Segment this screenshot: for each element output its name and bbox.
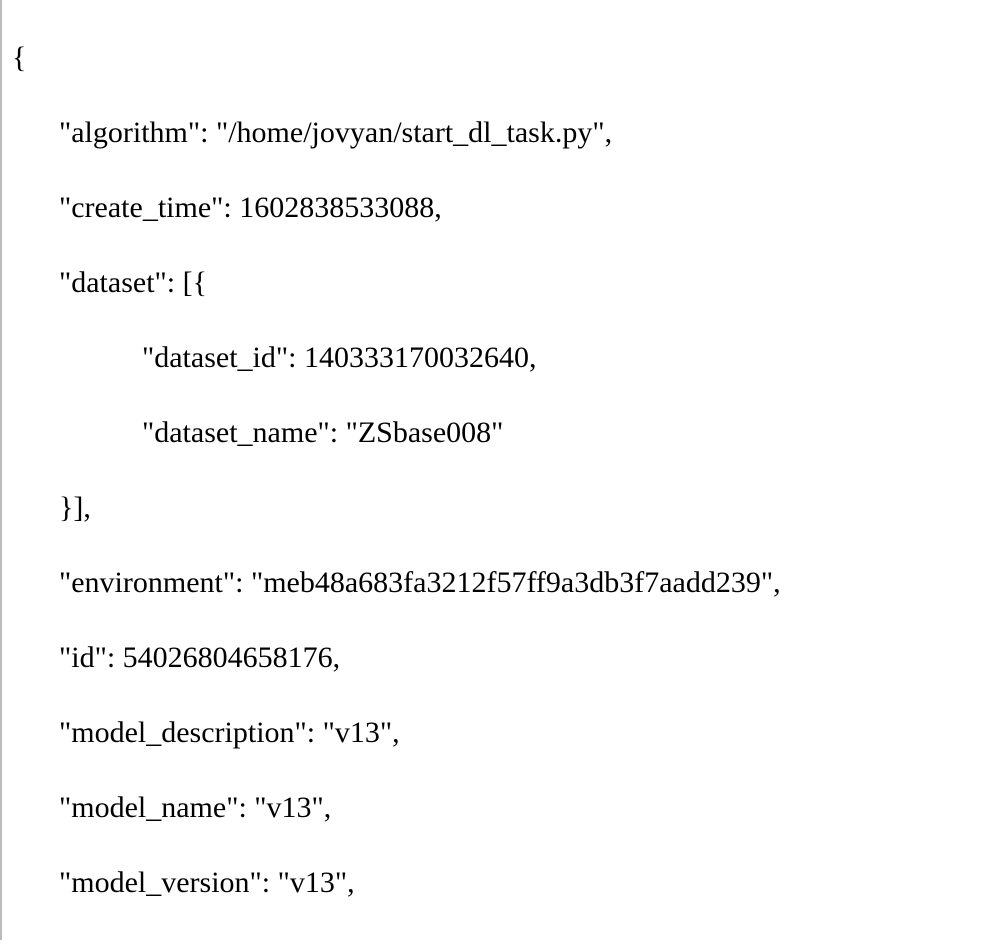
json-line-model-description: "model_description": "v13", xyxy=(7,695,995,770)
json-line-dataset-close: }], xyxy=(7,470,995,545)
json-line-open-brace: { xyxy=(7,20,995,95)
json-line-dataset-name: "dataset_name": "ZSbase008" xyxy=(7,395,995,470)
json-line-id: "id": 54026804658176, xyxy=(7,620,995,695)
json-line-model-version: "model_version": "v13", xyxy=(7,845,995,920)
json-line-dataset-open: "dataset": [{ xyxy=(7,245,995,320)
json-line-algorithm: "algorithm": "/home/jovyan/start_dl_task… xyxy=(7,95,995,170)
json-line-environment: "environment": "meb48a683fa3212f57ff9a3d… xyxy=(7,545,995,620)
json-line-model-name: "model_name": "v13", xyxy=(7,770,995,845)
json-line-dataset-id: "dataset_id": 140333170032640, xyxy=(7,320,995,395)
json-document: { "algorithm": "/home/jovyan/start_dl_ta… xyxy=(0,0,1000,940)
json-line-create-time: "create_time": 1602838533088, xyxy=(7,170,995,245)
